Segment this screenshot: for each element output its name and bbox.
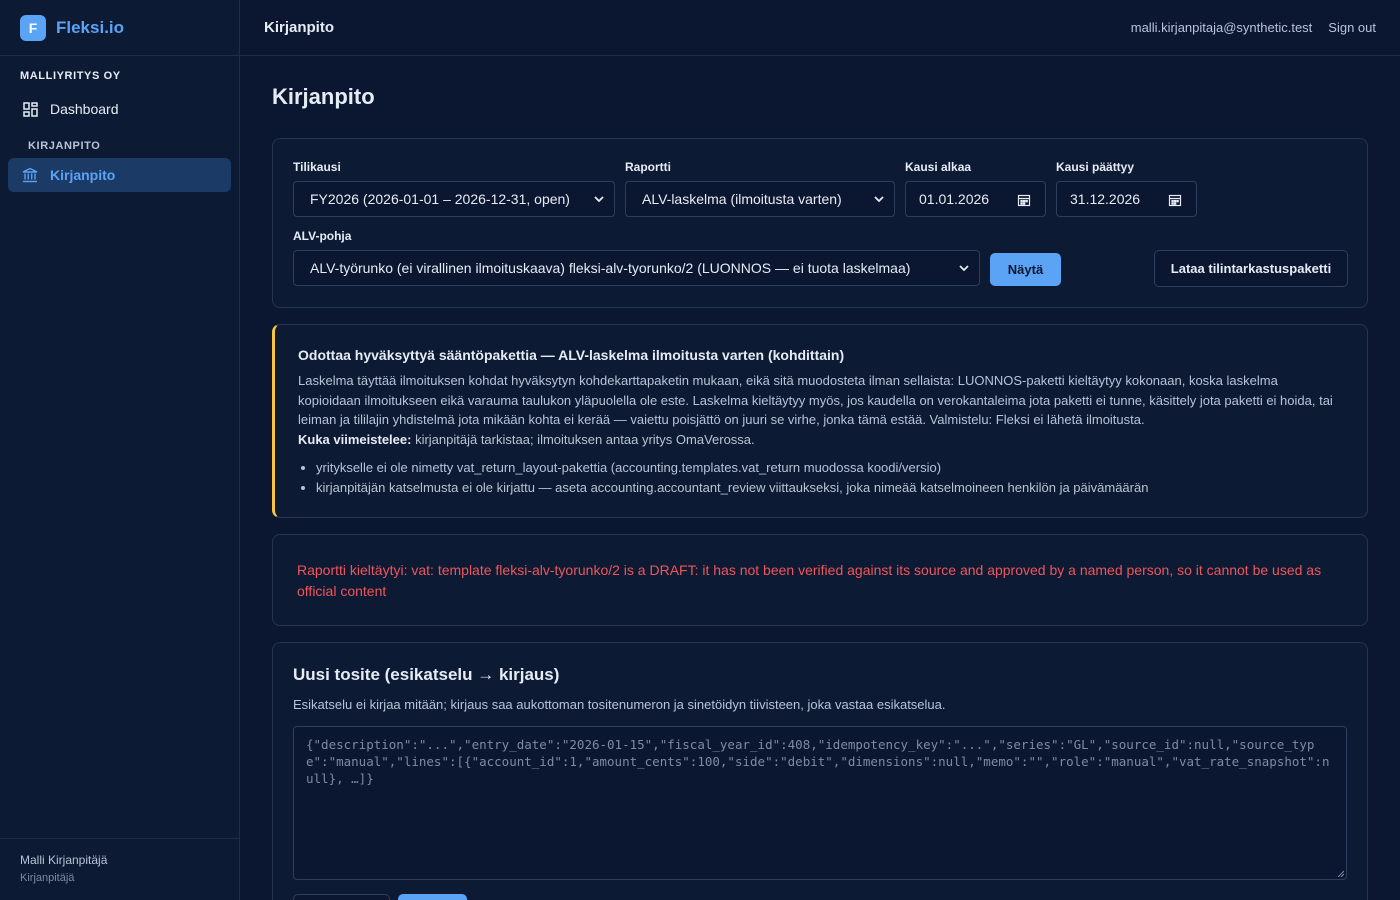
brand[interactable]: F Fleksi.io bbox=[0, 0, 239, 56]
sidebar-item-label: Dashboard bbox=[50, 101, 119, 117]
alv-pohja-value: ALV-työrunko (ei virallinen ilmoituskaav… bbox=[310, 260, 911, 276]
user-email: malli.kirjanpitaja@synthetic.test bbox=[1130, 20, 1313, 35]
error-panel: Raportti kieltäytyi: vat: template fleks… bbox=[272, 534, 1368, 626]
tilikausi-label: Tilikausi bbox=[293, 160, 341, 174]
alv-pohja-select[interactable]: ALV-työrunko (ei virallinen ilmoituskaav… bbox=[293, 250, 980, 286]
finisher-text: kirjanpitäjä tarkistaa; ilmoituksen anta… bbox=[411, 431, 755, 447]
alv-pohja-label: ALV-pohja bbox=[293, 229, 352, 243]
brand-name: Fleksi.io bbox=[56, 17, 125, 37]
chevron-down-icon bbox=[594, 196, 604, 203]
list-item: yritykselle ei ole nimetty vat_return_la… bbox=[316, 458, 1343, 478]
calendar-icon[interactable] bbox=[1017, 193, 1031, 207]
sidebar-footer: Malli Kirjanpitäjä Kirjanpitäjä bbox=[0, 838, 239, 900]
error-message: Raportti kieltäytyi: vat: template fleks… bbox=[297, 562, 1322, 599]
main-content: Kirjanpito Tilikausi FY2026 (2026-01-01 … bbox=[272, 56, 1368, 900]
sign-out-link[interactable]: Sign out bbox=[1328, 20, 1376, 35]
warning-body: Laskelma täyttää ilmoituksen kohdat hyvä… bbox=[298, 371, 1343, 449]
list-item: kirjanpitäjän katselmusta ei ole kirjatt… bbox=[316, 478, 1343, 498]
kausi-paattyy-value: 31.12.2026 bbox=[1070, 191, 1141, 207]
post-button[interactable] bbox=[398, 894, 467, 900]
raportti-value: ALV-laskelma (ilmoitusta varten) bbox=[642, 191, 842, 207]
user-role: Kirjanpitäjä bbox=[20, 872, 75, 884]
warning-list: yritykselle ei ole nimetty vat_return_la… bbox=[298, 458, 1343, 498]
sidebar: F Fleksi.io MALLIYRITYS OY Dashboard KIR… bbox=[0, 0, 240, 900]
header-title: Kirjanpito bbox=[264, 19, 334, 36]
chevron-down-icon bbox=[874, 196, 884, 203]
kausi-paattyy-label: Kausi päättyy bbox=[1056, 160, 1135, 174]
warning-text: Laskelma täyttää ilmoituksen kohdat hyvä… bbox=[298, 373, 1333, 427]
bank-icon bbox=[22, 167, 38, 183]
sidebar-item-label: Kirjanpito bbox=[50, 167, 116, 183]
raportti-label: Raportti bbox=[625, 160, 671, 174]
kausi-alkaa-label: Kausi alkaa bbox=[905, 160, 972, 174]
kausi-alkaa-input[interactable]: 01.01.2026 bbox=[905, 181, 1046, 217]
warning-title: Odottaa hyväksyttyä sääntöpakettia — ALV… bbox=[298, 347, 845, 363]
kausi-paattyy-input[interactable]: 31.12.2026 bbox=[1056, 181, 1197, 217]
download-audit-package-button[interactable]: Lataa tilintarkastuspaketti bbox=[1154, 250, 1348, 287]
preview-button[interactable] bbox=[293, 894, 390, 900]
kausi-alkaa-value: 01.01.2026 bbox=[919, 191, 990, 207]
dashboard-icon bbox=[22, 101, 38, 117]
new-entry-card: Uusi tosite (esikatselu → kirjaus) Esika… bbox=[272, 642, 1368, 900]
user-name: Malli Kirjanpitäjä bbox=[20, 853, 108, 867]
tilikausi-select[interactable]: FY2026 (2026-01-01 – 2026-12-31, open) bbox=[293, 181, 615, 217]
entry-title: Uusi tosite (esikatselu → kirjaus) bbox=[293, 665, 560, 684]
filters-card: Tilikausi FY2026 (2026-01-01 – 2026-12-3… bbox=[272, 138, 1368, 308]
entry-json-textarea[interactable]: {"description":"...","entry_date":"2026-… bbox=[293, 726, 1347, 880]
company-name: MALLIYRITYS OY bbox=[20, 70, 121, 82]
top-header: Kirjanpito malli.kirjanpitaja@synthetic.… bbox=[240, 0, 1400, 56]
warning-panel: Odottaa hyväksyttyä sääntöpakettia — ALV… bbox=[272, 324, 1368, 518]
tilikausi-value: FY2026 (2026-01-01 – 2026-12-31, open) bbox=[310, 191, 570, 207]
page-title: Kirjanpito bbox=[272, 84, 375, 109]
chevron-down-icon bbox=[959, 265, 969, 272]
show-button[interactable]: Näytä bbox=[990, 253, 1061, 286]
raportti-select[interactable]: ALV-laskelma (ilmoitusta varten) bbox=[625, 181, 895, 217]
resize-handle-icon[interactable] bbox=[1336, 869, 1344, 877]
brand-logo: F bbox=[20, 14, 46, 41]
entry-subtitle: Esikatselu ei kirjaa mitään; kirjaus saa… bbox=[293, 697, 946, 712]
sidebar-item-kirjanpito[interactable]: Kirjanpito bbox=[8, 158, 231, 192]
calendar-icon[interactable] bbox=[1168, 193, 1182, 207]
nav-section-kirjanpito: KIRJANPITO bbox=[28, 140, 101, 152]
sidebar-item-dashboard[interactable]: Dashboard bbox=[8, 92, 231, 126]
finisher-label: Kuka viimeistelee: bbox=[298, 431, 412, 447]
